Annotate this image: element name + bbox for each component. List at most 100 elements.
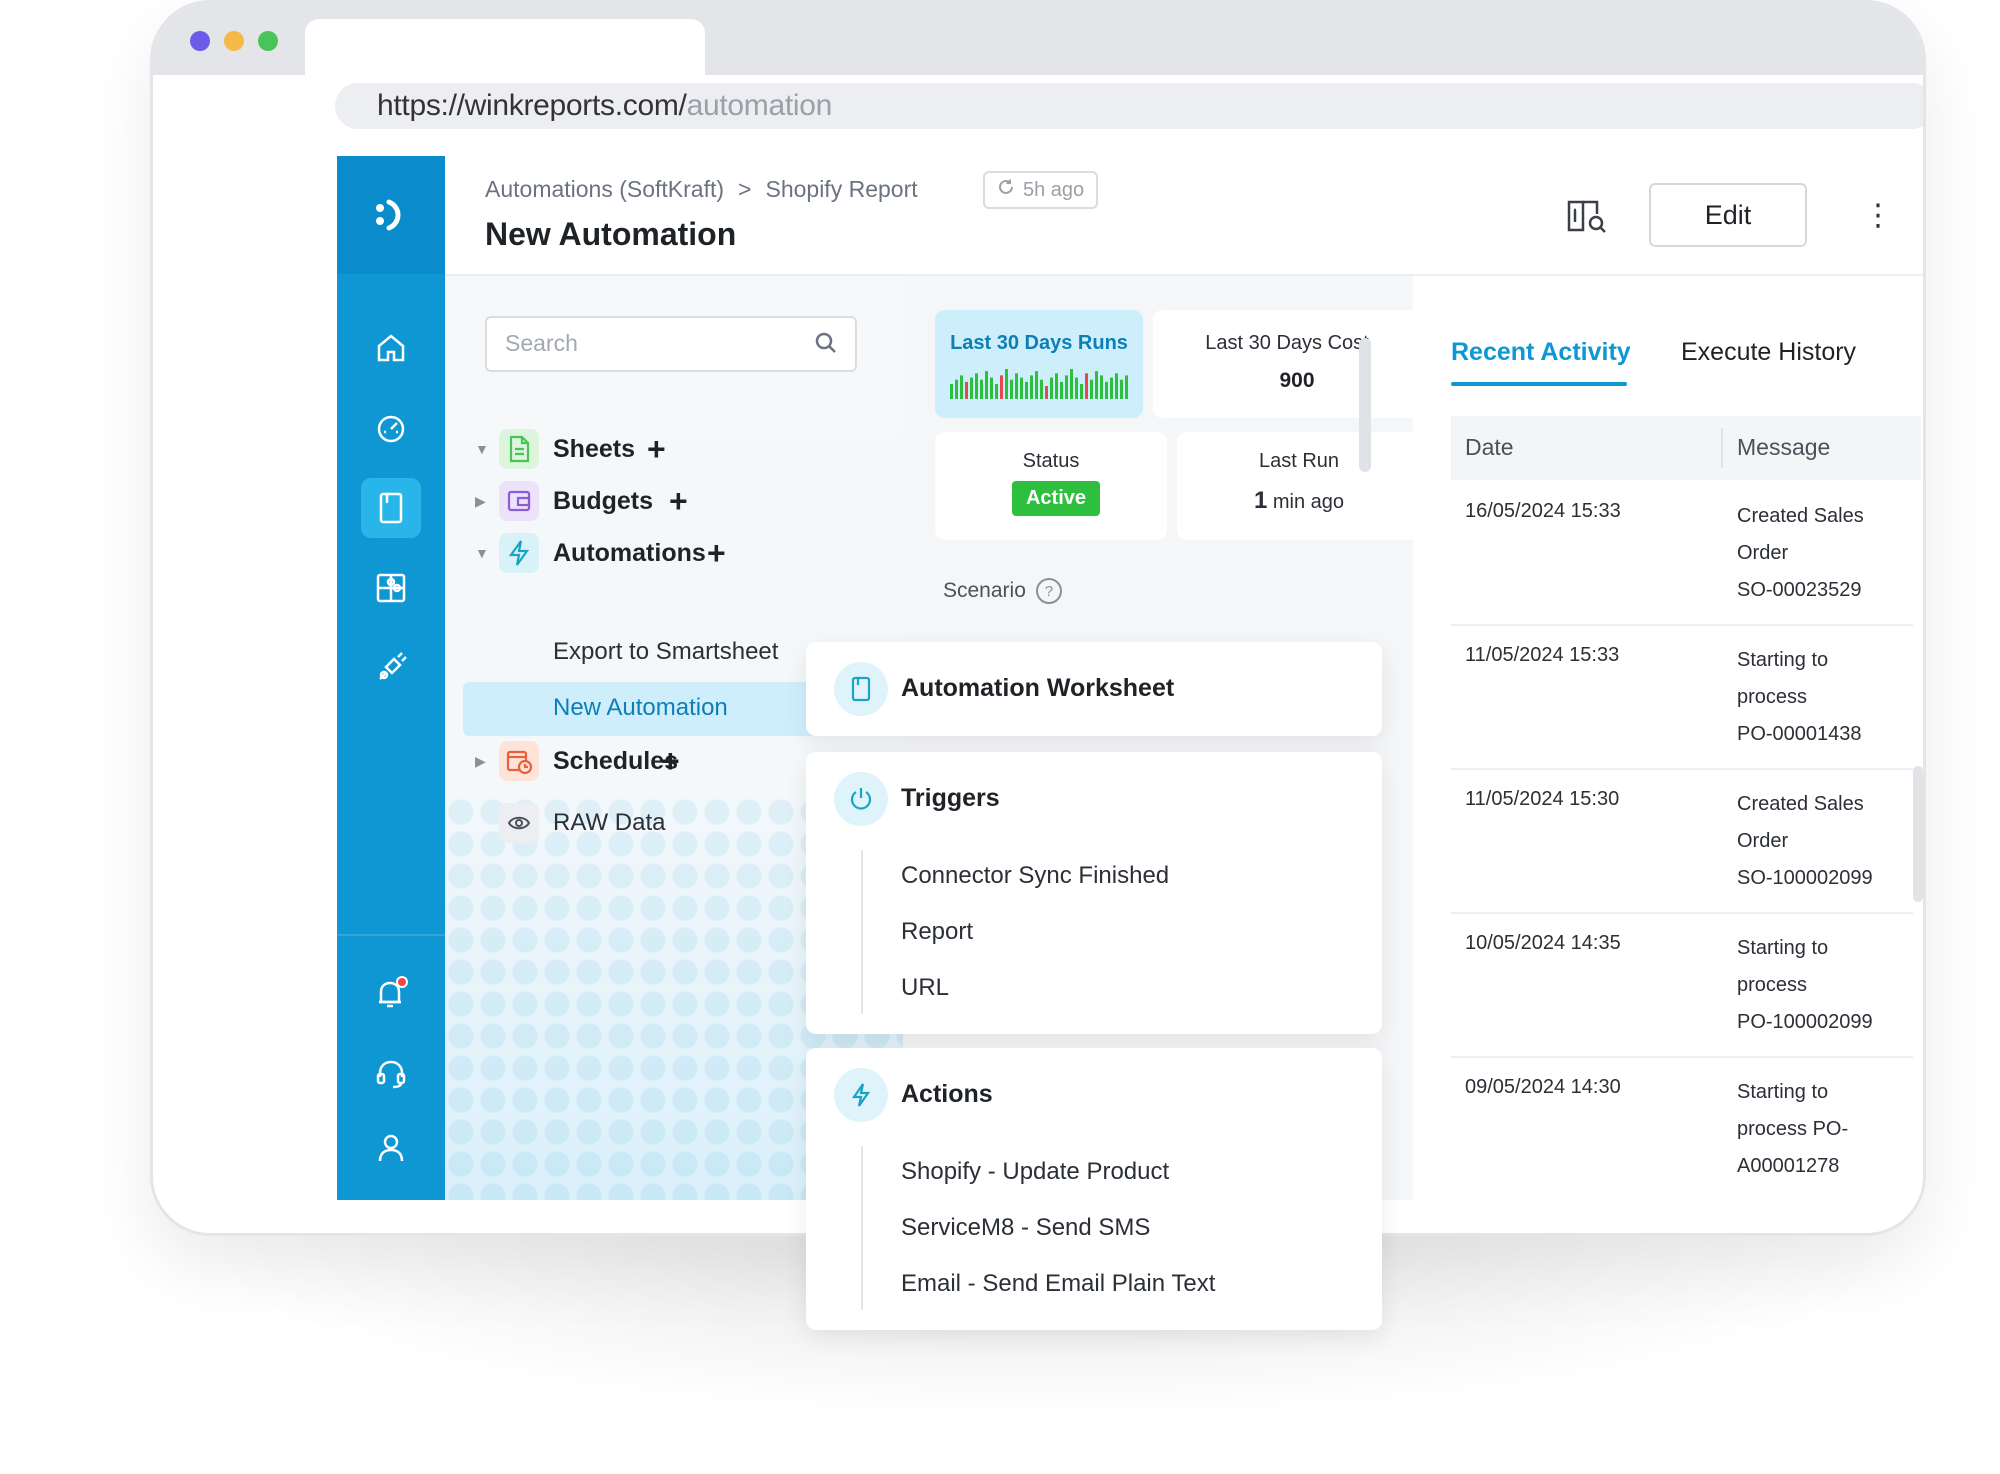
puzzle-icon[interactable] (361, 558, 421, 618)
add-automation-button[interactable]: + (707, 535, 726, 572)
sheet-icon (499, 429, 539, 469)
caret-right-icon[interactable]: ▶ (475, 493, 486, 510)
cost-card[interactable]: Last 30 Days Cost 900 (1153, 310, 1421, 418)
home-icon[interactable] (361, 318, 421, 378)
run-bar (1075, 377, 1078, 399)
last-run-card[interactable]: Last Run 1 min ago (1177, 432, 1421, 540)
run-bar (1060, 381, 1063, 399)
search-input[interactable]: Search (485, 316, 857, 372)
plug-icon[interactable] (361, 638, 421, 698)
trigger-item[interactable]: URL (901, 974, 949, 1002)
search-icon[interactable] (813, 330, 839, 361)
refresh-icon (997, 178, 1015, 202)
activity-scrollbar[interactable] (1913, 766, 1923, 902)
tree-group-budgets[interactable]: ▶ Budgets + (445, 476, 903, 526)
run-bar (1045, 386, 1048, 399)
message-line: Starting to (1737, 649, 1829, 671)
message-line: PO-100002099 (1737, 1011, 1873, 1033)
action-item[interactable]: Shopify - Update Product (901, 1158, 1169, 1186)
col-message[interactable]: Message (1737, 434, 1830, 461)
status-badge: Active (1011, 481, 1101, 516)
message-line: Created Sales (1737, 505, 1864, 527)
message-line: A00001278 (1737, 1155, 1840, 1177)
action-item[interactable]: Email - Send Email Plain Text (901, 1270, 1215, 1298)
address-bar[interactable]: https://winkreports.com/automation (335, 83, 1923, 129)
rail-divider (337, 934, 445, 936)
table-row[interactable]: 10/05/2024 14:35 Starting to process PO-… (1451, 914, 1913, 1058)
caret-down-icon[interactable]: ▼ (475, 545, 489, 561)
breadcrumb-parent[interactable]: Automations (SoftKraft) (485, 176, 724, 202)
add-schedule-button[interactable]: + (661, 743, 680, 780)
logo-icon[interactable] (337, 156, 445, 274)
edit-button[interactable]: Edit (1649, 183, 1807, 247)
tree-group-automations[interactable]: ▼ Automations + (445, 528, 903, 578)
breadcrumb-separator: > (738, 176, 752, 202)
status-card[interactable]: Status Active (935, 432, 1167, 540)
window-maximize-dot[interactable] (258, 31, 278, 51)
caret-right-icon[interactable]: ▶ (475, 753, 486, 770)
row-date: 16/05/2024 15:33 (1465, 500, 1621, 522)
run-bar (985, 371, 988, 399)
dashboard-gauge-icon[interactable] (361, 398, 421, 458)
url-base: https://winkreports.com/ (377, 89, 687, 122)
triggers-connector-line (861, 850, 863, 1014)
triggers-card[interactable]: Triggers Connector Sync Finished Report … (806, 752, 1382, 1034)
table-row[interactable]: 09/05/2024 14:30 Starting to process PO-… (1451, 1058, 1913, 1200)
tab-recent-activity[interactable]: Recent Activity (1451, 338, 1631, 367)
automation-worksheet-card[interactable]: Automation Worksheet (806, 642, 1382, 736)
bell-icon[interactable] (361, 964, 421, 1024)
tree-item-export-to-smartsheet[interactable]: Export to Smartsheet (553, 638, 778, 666)
headset-icon[interactable] (361, 1044, 421, 1104)
table-row[interactable]: 16/05/2024 15:33 Created Sales Order SO-… (1451, 482, 1913, 626)
window-close-dot[interactable] (190, 31, 210, 51)
tree-label-schedules: Schedules (553, 746, 679, 775)
run-bar (1055, 373, 1058, 399)
user-icon[interactable] (361, 1118, 421, 1178)
browser-tab[interactable] (305, 19, 705, 75)
row-date: 09/05/2024 14:30 (1465, 1076, 1621, 1098)
message-line: SO-00023529 (1737, 579, 1862, 601)
run-bar (1015, 373, 1018, 399)
run-bar (1120, 379, 1123, 399)
trigger-item[interactable]: Report (901, 918, 973, 946)
tree-label-sheets: Sheets (553, 434, 635, 463)
run-bar (1090, 379, 1093, 399)
help-icon[interactable]: ? (1035, 578, 1062, 604)
tree-group-sheets[interactable]: ▼ Sheets + (445, 424, 903, 474)
run-bar (1095, 371, 1098, 399)
run-bar (1065, 375, 1068, 399)
action-item[interactable]: ServiceM8 - Send SMS (901, 1214, 1150, 1242)
add-budget-button[interactable]: + (669, 483, 688, 520)
url-path: automation (686, 89, 833, 122)
lightning-icon (834, 1068, 888, 1122)
add-sheet-button[interactable]: + (647, 431, 666, 468)
table-row[interactable]: 11/05/2024 15:33 Starting to process PO-… (1451, 626, 1913, 770)
message-line: process (1737, 686, 1808, 708)
updated-badge[interactable]: 5h ago (983, 171, 1099, 209)
more-options-icon[interactable]: ⋮ (1863, 198, 1893, 233)
scenario-label: Scenario (943, 579, 1026, 602)
status-label: Status (1022, 450, 1080, 472)
tree-item-new-automation[interactable]: New Automation (553, 694, 728, 722)
run-bar (1105, 381, 1108, 399)
docs-search-icon[interactable] (1566, 196, 1610, 241)
caret-down-icon[interactable]: ▼ (475, 441, 489, 457)
row-date: 11/05/2024 15:33 (1465, 644, 1620, 666)
run-bar (1010, 379, 1013, 399)
stats-scrollbar[interactable] (1359, 338, 1371, 472)
window-minimize-dot[interactable] (224, 31, 244, 51)
runs-card[interactable]: Last 30 Days Runs (935, 310, 1143, 418)
page-title: New Automation (485, 216, 737, 252)
table-row[interactable]: 11/05/2024 15:30 Created Sales Order SO-… (1451, 770, 1913, 914)
message-line: SO-100002099 (1737, 867, 1873, 889)
trigger-item[interactable]: Connector Sync Finished (901, 862, 1169, 890)
col-date[interactable]: Date (1465, 434, 1514, 461)
run-bar (950, 384, 953, 399)
tab-execute-history[interactable]: Execute History (1681, 338, 1856, 367)
worksheet-icon[interactable] (361, 478, 421, 538)
actions-card[interactable]: Actions Shopify - Update Product Service… (806, 1048, 1382, 1330)
message-line: Order (1737, 830, 1789, 852)
run-bar (995, 384, 998, 399)
search-placeholder: Search (505, 330, 578, 356)
breadcrumb-current[interactable]: Shopify Report (765, 176, 917, 202)
